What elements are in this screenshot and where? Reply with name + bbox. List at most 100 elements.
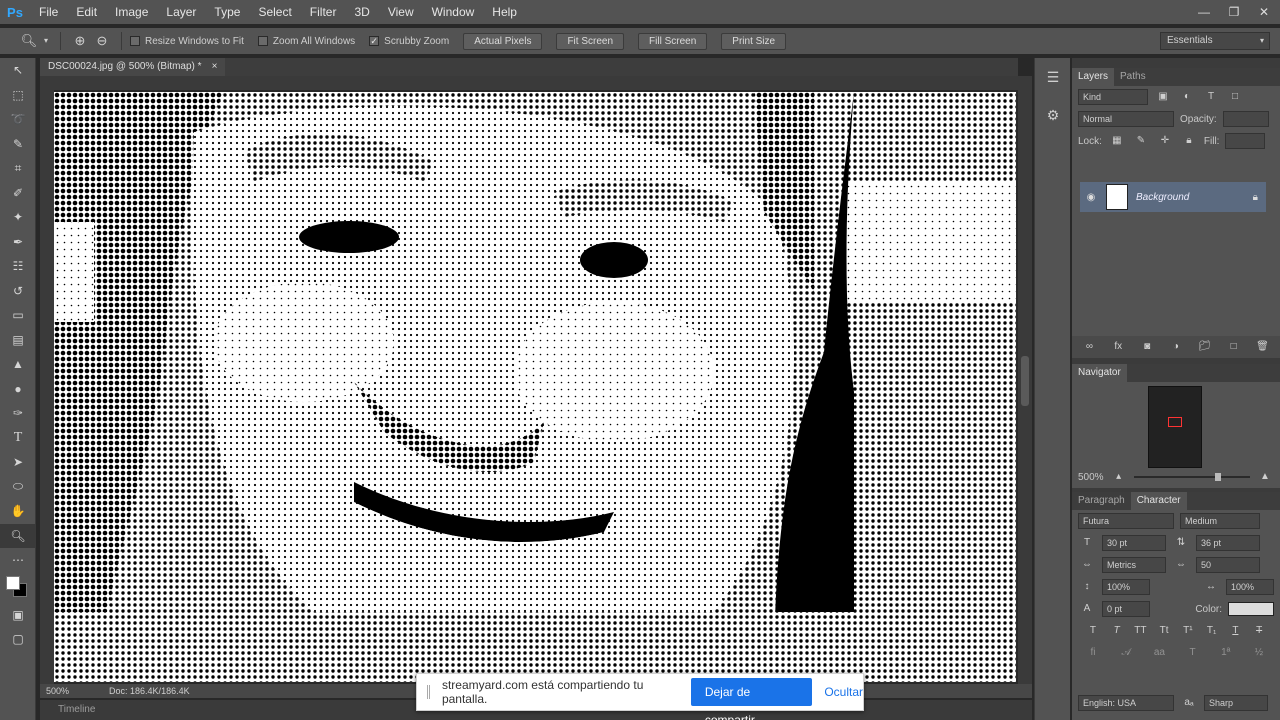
clone-stamp-tool-icon[interactable]: ☷	[0, 254, 36, 279]
fill-field[interactable]	[1225, 133, 1266, 149]
type-tool-icon[interactable]: T	[0, 426, 36, 451]
scrollbar-thumb[interactable]	[1021, 356, 1029, 406]
lock-position-icon[interactable]: ✛	[1156, 133, 1174, 149]
color-swatches[interactable]	[0, 573, 36, 603]
adjustment-layer-icon[interactable]: ◑	[1167, 339, 1185, 355]
menu-edit[interactable]: Edit	[67, 0, 106, 24]
restore-icon[interactable]: ❐	[1226, 4, 1242, 20]
document-size[interactable]: Doc: 186.4K/186.4K	[109, 684, 190, 698]
navigator-thumbnail[interactable]	[1148, 386, 1202, 468]
gradient-tool-icon[interactable]: ▤	[0, 328, 36, 353]
all-caps-icon[interactable]: TT	[1132, 623, 1150, 639]
zoom-out-icon[interactable]: ⊖	[91, 30, 113, 52]
stop-sharing-button[interactable]: Dejar de compartir	[690, 678, 813, 720]
quick-selection-tool-icon[interactable]: ✎	[0, 132, 36, 157]
properties-panel-icon[interactable]: ⚙	[1035, 96, 1071, 134]
stylistic-alternates-icon[interactable]: aa	[1150, 645, 1168, 661]
fill-screen-button[interactable]: Fill Screen	[638, 32, 708, 50]
zoom-tool-icon[interactable]: 🔍︎	[18, 30, 40, 52]
tool-preset-chevron-icon[interactable]: ▾	[40, 30, 52, 52]
timeline-label[interactable]: Timeline	[58, 704, 95, 715]
zoom-in-small-icon[interactable]: ▲	[1256, 469, 1274, 485]
text-color-swatch[interactable]	[1228, 602, 1274, 616]
faux-bold-icon[interactable]: T	[1084, 623, 1102, 639]
marquee-tool-icon[interactable]: ⬚	[0, 83, 36, 108]
history-brush-tool-icon[interactable]: ↺	[0, 279, 36, 304]
menu-filter[interactable]: Filter	[301, 0, 346, 24]
minimize-icon[interactable]: —	[1196, 4, 1212, 20]
foreground-color-swatch[interactable]	[6, 575, 20, 590]
brush-tool-icon[interactable]: ✒	[0, 230, 36, 255]
tab-paragraph[interactable]: Paragraph	[1072, 492, 1131, 510]
link-layers-icon[interactable]: ∞	[1080, 339, 1098, 355]
resize-windows-checkbox[interactable]: Resize Windows to Fit	[130, 36, 244, 47]
new-group-icon[interactable]: 📁︎	[1196, 339, 1214, 355]
swash-icon[interactable]: 𝒜	[1117, 645, 1135, 661]
checkbox-box[interactable]	[130, 36, 140, 46]
zoom-level[interactable]: 500%	[46, 684, 69, 698]
menu-image[interactable]: Image	[106, 0, 157, 24]
drag-handle-icon[interactable]	[427, 685, 430, 699]
checkmark-icon[interactable]: ✓	[369, 36, 380, 46]
font-size-field[interactable]: 30 pt	[1102, 535, 1166, 551]
type-filter-icon[interactable]: T	[1202, 89, 1220, 105]
menu-help[interactable]: Help	[483, 0, 526, 24]
menu-layer[interactable]: Layer	[157, 0, 205, 24]
lock-all-icon[interactable]: 🔒︎	[1180, 133, 1198, 149]
menu-3d[interactable]: 3D	[345, 0, 378, 24]
tracking-field[interactable]: 50	[1196, 557, 1260, 573]
move-tool-icon[interactable]: ↖	[0, 58, 36, 83]
fit-screen-button[interactable]: Fit Screen	[556, 32, 625, 50]
pixel-filter-icon[interactable]: ▣	[1154, 89, 1172, 105]
navigator-zoom-value[interactable]: 500%	[1078, 472, 1104, 483]
zoom-tool-icon[interactable]: 🔍︎	[0, 523, 36, 548]
hide-banner-button[interactable]: Ocultar	[824, 685, 863, 699]
horizontal-ruler[interactable]	[40, 76, 1018, 90]
tab-character[interactable]: Character	[1130, 492, 1187, 510]
tab-layers[interactable]: Layers	[1072, 68, 1115, 86]
baseline-field[interactable]: 0 pt	[1102, 601, 1150, 617]
close-icon[interactable]: ✕	[1256, 4, 1272, 20]
layer-style-icon[interactable]: fx	[1109, 339, 1127, 355]
add-mask-icon[interactable]: ◙	[1138, 339, 1156, 355]
eyedropper-tool-icon[interactable]: ✐	[0, 181, 36, 206]
adjustment-filter-icon[interactable]: ◐	[1178, 89, 1196, 105]
path-selection-tool-icon[interactable]: ➤	[0, 450, 36, 475]
screen-mode-icon[interactable]: ▢	[0, 627, 36, 652]
tab-paths[interactable]: Paths	[1114, 68, 1152, 86]
fractions-icon[interactable]: ½	[1250, 645, 1268, 661]
horizontal-scale-field[interactable]: 100%	[1226, 579, 1274, 595]
zoom-in-icon[interactable]: ⊕	[69, 30, 91, 52]
font-style-select[interactable]: Medium	[1180, 513, 1260, 529]
hand-tool-icon[interactable]: ✋	[0, 499, 36, 524]
small-caps-icon[interactable]: Tt	[1155, 623, 1173, 639]
scrubby-zoom-checkbox[interactable]: ✓ Scrubby Zoom	[369, 36, 449, 47]
subscript-icon[interactable]: T₁	[1203, 623, 1221, 639]
close-tab-icon[interactable]: ×	[212, 58, 218, 76]
faux-italic-icon[interactable]: T	[1108, 623, 1126, 639]
kind-filter-select[interactable]: Kind	[1078, 89, 1148, 105]
titling-icon[interactable]: T	[1184, 645, 1202, 661]
navigator-view-box[interactable]	[1168, 417, 1182, 427]
eraser-tool-icon[interactable]: ▭	[0, 303, 36, 328]
workspace-select[interactable]: Essentials ▾	[1160, 32, 1270, 50]
new-layer-icon[interactable]: □	[1225, 339, 1243, 355]
vertical-ruler[interactable]	[40, 90, 54, 684]
anti-alias-select[interactable]: Sharp	[1204, 695, 1268, 711]
menu-select[interactable]: Select	[249, 0, 300, 24]
menu-window[interactable]: Window	[423, 0, 484, 24]
ligature-icon[interactable]: fi	[1084, 645, 1102, 661]
document-tab[interactable]: DSC00024.jpg @ 500% (Bitmap) * ×	[40, 58, 226, 76]
superscript-icon[interactable]: T¹	[1179, 623, 1197, 639]
visibility-eye-icon[interactable]: ◉	[1084, 192, 1098, 203]
underline-icon[interactable]: T	[1227, 623, 1245, 639]
vertical-scale-field[interactable]: 100%	[1102, 579, 1150, 595]
healing-brush-tool-icon[interactable]: ✦	[0, 205, 36, 230]
blur-tool-icon[interactable]: ▲	[0, 352, 36, 377]
blend-mode-select[interactable]: Normal	[1078, 111, 1174, 127]
menu-view[interactable]: View	[379, 0, 423, 24]
ordinals-icon[interactable]: 1ª	[1217, 645, 1235, 661]
menu-file[interactable]: File	[30, 0, 67, 24]
language-select[interactable]: English: USA	[1078, 695, 1174, 711]
zoom-out-small-icon[interactable]: ▴	[1110, 469, 1128, 485]
